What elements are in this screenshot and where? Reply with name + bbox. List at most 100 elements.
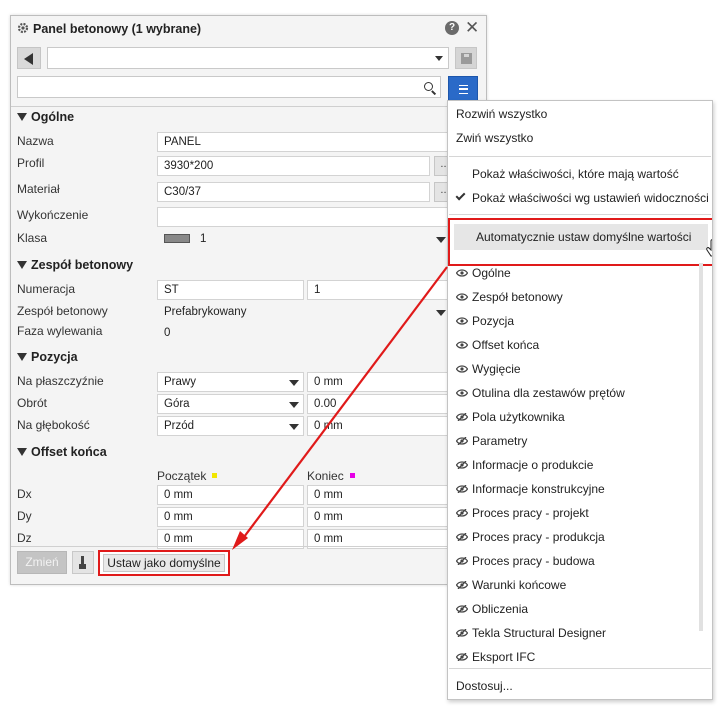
menu-group-item[interactable]: Zespół betonowy bbox=[472, 290, 563, 304]
eye-slash-icon[interactable] bbox=[456, 653, 468, 661]
menu-group-item[interactable]: Offset końca bbox=[472, 338, 539, 352]
eye-slash-icon[interactable] bbox=[456, 605, 468, 613]
eye-icon[interactable] bbox=[456, 365, 468, 373]
hand-cursor-icon bbox=[706, 239, 712, 257]
label-faza: Faza wylewania bbox=[17, 324, 103, 338]
select-glebokosc[interactable]: Przód bbox=[157, 416, 304, 436]
field-numeracja-prefix[interactable]: ST bbox=[157, 280, 304, 300]
search-input[interactable] bbox=[17, 76, 441, 98]
gear-icon bbox=[17, 22, 29, 34]
field-value: PANEL bbox=[164, 136, 201, 148]
back-button[interactable] bbox=[17, 47, 41, 69]
menu-divider bbox=[449, 214, 711, 215]
menu-item-show-by-visibility[interactable]: Pokaż właściwości wg ustawień widocznośc… bbox=[472, 191, 709, 205]
label-material: Materiał bbox=[17, 182, 60, 196]
menu-group-item[interactable]: Warunki końcowe bbox=[472, 578, 566, 592]
modify-button[interactable]: Zmień bbox=[17, 551, 67, 574]
menu-group-item[interactable]: Parametry bbox=[472, 434, 527, 448]
help-icon[interactable]: ? bbox=[445, 21, 459, 35]
field-profil[interactable]: 3930*200 bbox=[157, 156, 430, 176]
field-value: ST bbox=[164, 284, 179, 296]
menu-scrollbar[interactable] bbox=[699, 263, 703, 631]
set-default-button[interactable]: Ustaw jako domyślne bbox=[98, 550, 230, 576]
class-color-swatch bbox=[164, 234, 190, 243]
label-klasa: Klasa bbox=[17, 231, 48, 245]
eye-slash-icon[interactable] bbox=[456, 533, 468, 541]
select-obrot[interactable]: Góra bbox=[157, 394, 304, 414]
eye-icon[interactable] bbox=[456, 269, 468, 277]
eye-slash-icon[interactable] bbox=[456, 413, 468, 421]
field-nazwa[interactable]: PANEL bbox=[157, 132, 481, 152]
label-dx: Dx bbox=[17, 487, 32, 501]
field-value: 0 mm bbox=[164, 533, 193, 545]
preset-select[interactable] bbox=[47, 47, 449, 69]
menu-group-item[interactable]: Informacje o produkcie bbox=[472, 458, 593, 472]
menu-group-item[interactable]: Eksport IFC bbox=[472, 650, 535, 664]
field-dx-start[interactable]: 0 mm bbox=[157, 485, 304, 505]
menu-group-item[interactable]: Ogólne bbox=[472, 266, 511, 280]
menu-group-item[interactable]: Tekla Structural Designer bbox=[472, 626, 606, 640]
section-title: Zespół betonowy bbox=[31, 258, 134, 272]
menu-group-item[interactable]: Proces pracy - produkcja bbox=[472, 530, 605, 544]
search-icon bbox=[424, 82, 433, 91]
label-obrot: Obrót bbox=[17, 396, 48, 410]
eye-slash-icon[interactable] bbox=[456, 581, 468, 589]
menu-item-collapse-all[interactable]: Zwiń wszystko bbox=[456, 131, 533, 145]
section-pozycja[interactable]: Pozycja bbox=[17, 350, 78, 364]
menu-item-customize[interactable]: Dostosuj... bbox=[456, 679, 513, 693]
close-icon[interactable]: ✕ bbox=[465, 18, 479, 38]
menu-group-item[interactable]: Informacje konstrukcyjne bbox=[472, 482, 605, 496]
label-profil: Profil bbox=[17, 156, 45, 170]
save-preset-button[interactable] bbox=[455, 47, 477, 69]
menu-group-item[interactable]: Proces pracy - budowa bbox=[472, 554, 595, 568]
select-plaszczyzna[interactable]: Prawy bbox=[157, 372, 304, 392]
eye-icon[interactable] bbox=[456, 389, 468, 397]
field-zespol[interactable]: Prefabrykowany bbox=[157, 302, 451, 322]
label-nazwa: Nazwa bbox=[17, 134, 54, 148]
eye-icon[interactable] bbox=[456, 341, 468, 349]
field-wykonczenie[interactable] bbox=[157, 207, 481, 227]
field-dy-start[interactable]: 0 mm bbox=[157, 507, 304, 527]
eye-icon[interactable] bbox=[456, 317, 468, 325]
field-value: 0 mm bbox=[314, 489, 343, 501]
divider bbox=[11, 546, 486, 547]
menu-group-item[interactable]: Pola użytkownika bbox=[472, 410, 565, 424]
menu-divider bbox=[449, 668, 711, 669]
collapse-icon bbox=[17, 353, 27, 361]
menu-divider bbox=[449, 156, 711, 157]
field-material[interactable]: C30/37 bbox=[157, 182, 430, 202]
divider bbox=[11, 106, 486, 107]
menu-group-item[interactable]: Otulina dla zestawów prętów bbox=[472, 386, 625, 400]
eye-slash-icon[interactable] bbox=[456, 437, 468, 445]
section-title: Offset końca bbox=[31, 445, 107, 459]
menu-group-item[interactable]: Wygięcie bbox=[472, 362, 521, 376]
properties-panel: Panel betonowy (1 wybrane) ? ✕ Ogólne Na… bbox=[10, 15, 487, 585]
eye-slash-icon[interactable] bbox=[456, 629, 468, 637]
eye-slash-icon[interactable] bbox=[456, 461, 468, 469]
menu-item-show-with-value[interactable]: Pokaż właściwości, które mają wartość bbox=[472, 167, 679, 181]
eye-slash-icon[interactable] bbox=[456, 485, 468, 493]
menu-item-label: Automatycznie ustaw domyślne wartości bbox=[476, 230, 692, 244]
menu-group-item[interactable]: Pozycja bbox=[472, 314, 514, 328]
eye-slash-icon[interactable] bbox=[456, 509, 468, 517]
menu-item-expand-all[interactable]: Rozwiń wszystko bbox=[456, 107, 547, 121]
brush-icon[interactable] bbox=[72, 551, 94, 574]
section-zespol[interactable]: Zespół betonowy bbox=[17, 258, 133, 272]
eye-icon[interactable] bbox=[456, 293, 468, 301]
field-klasa[interactable]: 1 bbox=[157, 229, 451, 249]
field-value: Góra bbox=[164, 398, 190, 410]
chevron-down-icon bbox=[436, 237, 446, 243]
menu-group-item[interactable]: Obliczenia bbox=[472, 602, 528, 616]
options-menu-button[interactable] bbox=[448, 76, 478, 102]
eye-slash-icon[interactable] bbox=[456, 557, 468, 565]
menu-item-auto-defaults[interactable]: Automatycznie ustaw domyślne wartości bbox=[448, 218, 712, 266]
section-offset[interactable]: Offset końca bbox=[17, 445, 107, 459]
title-bar: Panel betonowy (1 wybrane) ? ✕ bbox=[11, 16, 486, 42]
field-value: Prefabrykowany bbox=[164, 306, 247, 318]
header-text: Początek bbox=[157, 469, 207, 483]
label-dz: Dz bbox=[17, 531, 32, 545]
section-ogolne[interactable]: Ogólne bbox=[17, 110, 74, 124]
field-value: 0 mm bbox=[164, 489, 193, 501]
menu-group-item[interactable]: Proces pracy - projekt bbox=[472, 506, 589, 520]
field-value: Przód bbox=[164, 420, 195, 432]
